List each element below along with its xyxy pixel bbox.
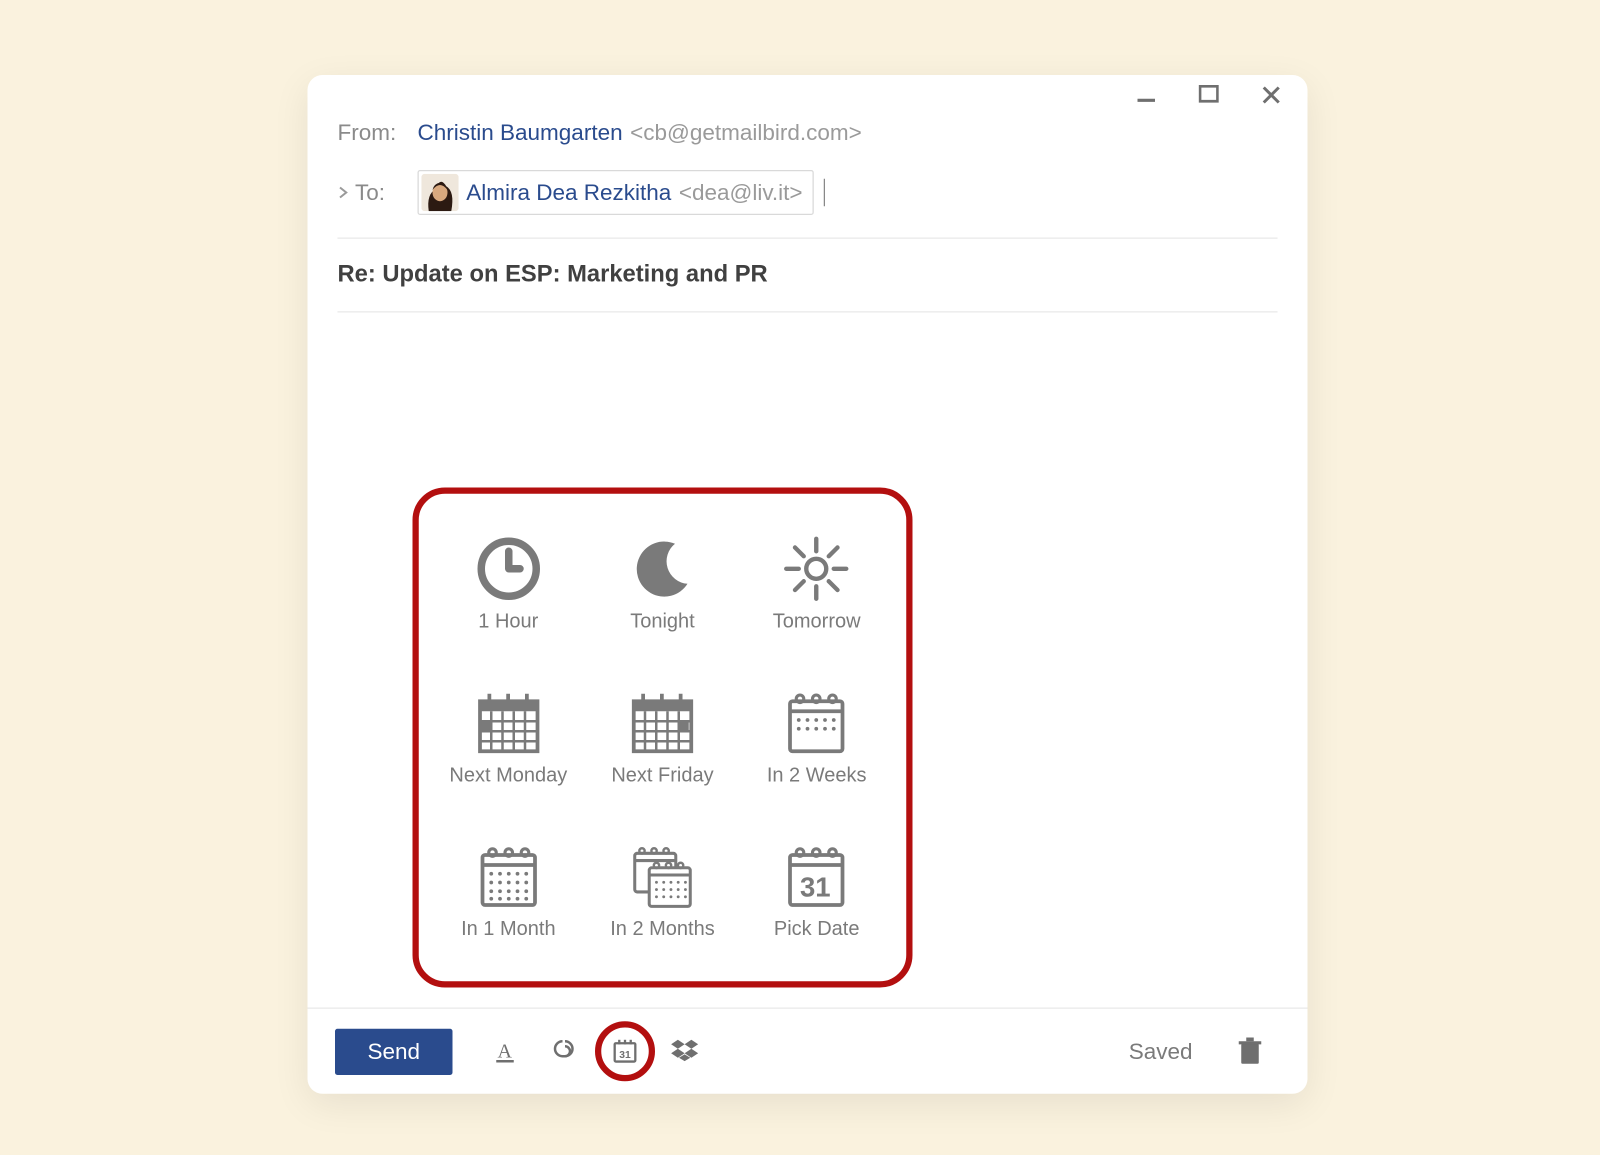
snooze-option-tomorrow[interactable]: Tomorrow [740, 506, 894, 660]
send-button[interactable]: Send [335, 1028, 453, 1074]
from-row: From: Christin Baumgarten <cb@getmailbir… [338, 110, 1278, 155]
clock-icon [473, 533, 543, 603]
svg-text:31: 31 [619, 1050, 631, 1061]
calendar-1month-icon [473, 842, 543, 912]
snooze-option-pick-date[interactable]: 31 Pick Date [740, 815, 894, 969]
recipient-email: <dea@liv.it> [679, 179, 803, 205]
snooze-option-label: Next Friday [611, 765, 713, 788]
chevron-right-icon [338, 186, 351, 199]
from-email: <cb@getmailbird.com> [630, 119, 862, 145]
calendar-pick-icon: 31 [782, 842, 852, 912]
svg-text:31: 31 [800, 872, 831, 903]
snooze-option-label: In 1 Month [461, 919, 556, 942]
dropbox-icon[interactable] [663, 1029, 708, 1074]
from-label: From: [338, 119, 418, 145]
calendar-monday-icon [473, 687, 543, 757]
saved-status: Saved [1129, 1038, 1193, 1064]
snooze-option-tonight[interactable]: Tonight [585, 506, 739, 660]
snooze-option-label: Tonight [630, 611, 694, 634]
recipient-chip[interactable]: Almira Dea Rezkitha <dea@liv.it> [418, 170, 814, 215]
sun-icon [782, 533, 852, 603]
svg-text:A: A [498, 1041, 513, 1063]
minimize-button[interactable] [1125, 78, 1168, 113]
maximize-button[interactable] [1188, 78, 1231, 113]
to-row: To: Almira Dea Rezkitha <dea@liv.it> [338, 170, 1278, 215]
from-name[interactable]: Christin Baumgarten [418, 119, 623, 145]
snooze-option-label: Next Monday [449, 765, 567, 788]
recipient-name: Almira Dea Rezkitha [466, 179, 671, 205]
calendar-friday-icon [627, 687, 697, 757]
attachment-icon[interactable] [543, 1029, 588, 1074]
snooze-option-2-weeks[interactable]: In 2 Weeks [740, 660, 894, 814]
snooze-option-1-month[interactable]: In 1 Month [431, 815, 585, 969]
moon-icon [627, 533, 697, 603]
window-controls [1125, 78, 1293, 113]
snooze-option-label: In 2 Months [610, 919, 715, 942]
snooze-option-1-hour[interactable]: 1 Hour [431, 506, 585, 660]
avatar [421, 174, 459, 212]
close-button[interactable] [1250, 78, 1293, 113]
send-later-icon[interactable]: 31 [603, 1029, 648, 1074]
snooze-option-2-months[interactable]: In 2 Months [585, 815, 739, 969]
trash-icon[interactable] [1228, 1029, 1273, 1074]
snooze-option-label: In 2 Weeks [767, 765, 867, 788]
snooze-option-label: Pick Date [774, 919, 860, 942]
text-cursor [824, 179, 825, 207]
subject-line[interactable]: Re: Update on ESP: Marketing and PR [308, 239, 1308, 289]
snooze-option-label: 1 Hour [478, 611, 538, 634]
snooze-option-next-monday[interactable]: Next Monday [431, 660, 585, 814]
calendar-2months-icon [627, 842, 697, 912]
snooze-option-next-friday[interactable]: Next Friday [585, 660, 739, 814]
send-later-popup: 1 Hour Tonight Tomorrow [413, 488, 913, 988]
compose-toolbar: Send A 31 Saved [308, 1008, 1308, 1094]
to-label: To: [338, 179, 418, 205]
calendar-2weeks-icon [782, 687, 852, 757]
text-format-icon[interactable]: A [483, 1029, 528, 1074]
snooze-option-label: Tomorrow [773, 611, 861, 634]
